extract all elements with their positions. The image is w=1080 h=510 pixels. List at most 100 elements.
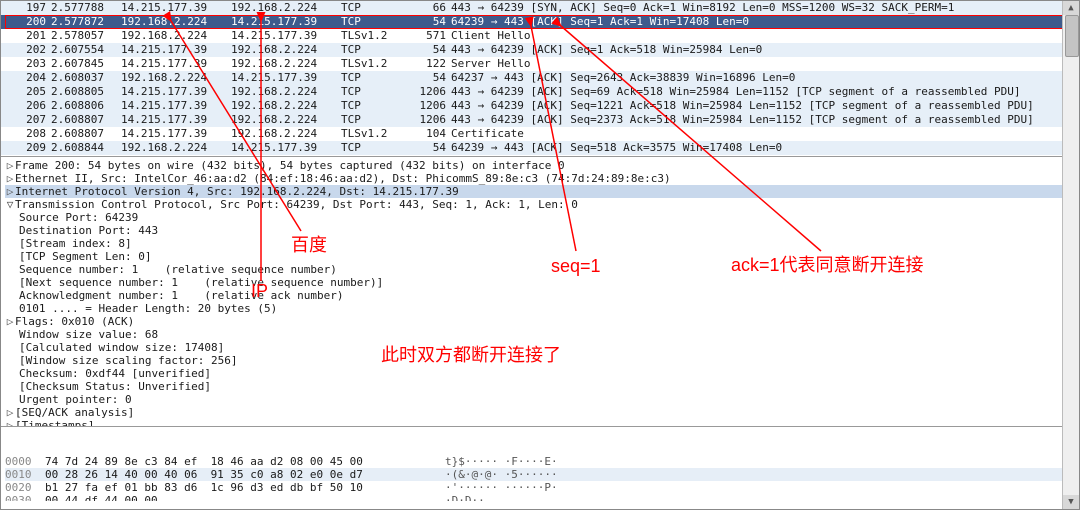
col-length: 66 bbox=[411, 1, 446, 15]
packet-row[interactable]: 2002.577872192.168.2.22414.215.177.39TCP… bbox=[1, 15, 1079, 29]
col-destination: 192.168.2.224 bbox=[231, 127, 341, 141]
packet-row[interactable]: 2072.60880714.215.177.39192.168.2.224TCP… bbox=[1, 113, 1079, 127]
caret-icon[interactable]: ▷ bbox=[5, 406, 15, 419]
col-length: 1206 bbox=[411, 99, 446, 113]
hex-offset: 0030 bbox=[5, 494, 45, 501]
detail-ack[interactable]: Acknowledgment number: 1 (relative ack n… bbox=[19, 289, 1079, 302]
detail-win[interactable]: Window size value: 68 bbox=[19, 328, 1079, 341]
detail-eth[interactable]: Ethernet II, Src: IntelCor_46:aa:d2 (84:… bbox=[15, 172, 1079, 185]
col-time: 2.608844 bbox=[46, 141, 121, 155]
hex-offset: 0010 bbox=[5, 468, 45, 481]
col-info: 443 → 64239 [SYN, ACK] Seq=0 Ack=1 Win=8… bbox=[446, 1, 1079, 15]
detail-stream[interactable]: [Stream index: 8] bbox=[19, 237, 1079, 250]
hex-offset: 0000 bbox=[5, 455, 45, 468]
detail-ckstat[interactable]: [Checksum Status: Unverified] bbox=[19, 380, 1079, 393]
hex-row[interactable]: 000074 7d 24 89 8e c3 84 ef 18 46 aa d2 … bbox=[5, 455, 1075, 468]
detail-srcport[interactable]: Source Port: 64239 bbox=[19, 211, 1079, 224]
col-protocol: TLSv1.2 bbox=[341, 127, 411, 141]
col-destination: 192.168.2.224 bbox=[231, 43, 341, 57]
col-time: 2.608806 bbox=[46, 99, 121, 113]
hex-bytes: b1 27 fa ef 01 bb 83 d6 1c 96 d3 ed db b… bbox=[45, 481, 445, 494]
col-protocol: TCP bbox=[341, 113, 411, 127]
col-time: 2.608037 bbox=[46, 71, 121, 85]
packet-row[interactable]: 2022.60755414.215.177.39192.168.2.224TCP… bbox=[1, 43, 1079, 57]
detail-frame[interactable]: Frame 200: 54 bytes on wire (432 bits), … bbox=[15, 159, 1079, 172]
detail-ip[interactable]: Internet Protocol Version 4, Src: 192.16… bbox=[15, 185, 1079, 198]
col-destination: 192.168.2.224 bbox=[231, 57, 341, 71]
detail-seqack[interactable]: [SEQ/ACK analysis] bbox=[15, 406, 1079, 419]
col-length: 122 bbox=[411, 57, 446, 71]
detail-hdrlen[interactable]: 0101 .... = Header Length: 20 bytes (5) bbox=[19, 302, 1079, 315]
col-info: 443 → 64239 [ACK] Seq=69 Ack=518 Win=259… bbox=[446, 85, 1079, 99]
packet-list-pane[interactable]: 1972.57778814.215.177.39192.168.2.224TCP… bbox=[1, 1, 1079, 157]
col-length: 104 bbox=[411, 127, 446, 141]
packet-row[interactable]: 2092.608844192.168.2.22414.215.177.39TCP… bbox=[1, 141, 1079, 155]
col-protocol: TCP bbox=[341, 85, 411, 99]
col-time: 2.608805 bbox=[46, 85, 121, 99]
detail-cksum[interactable]: Checksum: 0xdf44 [unverified] bbox=[19, 367, 1079, 380]
caret-open-icon[interactable]: ▽ bbox=[5, 198, 15, 211]
hex-row[interactable]: 0020b1 27 fa ef 01 bb 83 d6 1c 96 d3 ed … bbox=[5, 481, 1075, 494]
col-length: 1206 bbox=[411, 113, 446, 127]
col-source: 14.215.177.39 bbox=[121, 57, 231, 71]
packet-row[interactable]: 2042.608037192.168.2.22414.215.177.39TCP… bbox=[1, 71, 1079, 85]
col-source: 14.215.177.39 bbox=[121, 85, 231, 99]
col-protocol: TCP bbox=[341, 1, 411, 15]
packet-details-pane[interactable]: ▷Frame 200: 54 bytes on wire (432 bits),… bbox=[1, 157, 1079, 427]
col-info: 443 → 64239 [ACK] Seq=2373 Ack=518 Win=2… bbox=[446, 113, 1079, 127]
col-source: 14.215.177.39 bbox=[121, 1, 231, 15]
col-protocol: TCP bbox=[341, 99, 411, 113]
col-protocol: TCP bbox=[341, 43, 411, 57]
col-info: Client Hello bbox=[446, 29, 1079, 43]
col-time: 2.608807 bbox=[46, 127, 121, 141]
caret-icon[interactable]: ▷ bbox=[5, 172, 15, 185]
col-time: 2.607554 bbox=[46, 43, 121, 57]
col-no: 206 bbox=[1, 99, 46, 113]
packet-row[interactable]: 2062.60880614.215.177.39192.168.2.224TCP… bbox=[1, 99, 1079, 113]
col-no: 205 bbox=[1, 85, 46, 99]
packet-row[interactable]: 2032.60784514.215.177.39192.168.2.224TLS… bbox=[1, 57, 1079, 71]
col-source: 14.215.177.39 bbox=[121, 43, 231, 57]
col-destination: 192.168.2.224 bbox=[231, 99, 341, 113]
col-destination: 192.168.2.224 bbox=[231, 1, 341, 15]
col-source: 14.215.177.39 bbox=[121, 113, 231, 127]
col-no: 204 bbox=[1, 71, 46, 85]
detail-calcwin[interactable]: [Calculated window size: 17408] bbox=[19, 341, 1079, 354]
caret-icon[interactable]: ▷ bbox=[5, 419, 15, 427]
hex-row[interactable]: 001000 28 26 14 40 00 40 06 91 35 c0 a8 … bbox=[5, 468, 1075, 481]
caret-icon[interactable]: ▷ bbox=[5, 185, 15, 198]
scroll-down-arrow[interactable]: ▼ bbox=[1063, 495, 1079, 501]
packet-row[interactable]: 1972.57778814.215.177.39192.168.2.224TCP… bbox=[1, 1, 1079, 15]
detail-urg[interactable]: Urgent pointer: 0 bbox=[19, 393, 1079, 406]
hex-ascii: ·(&·@·@· ·5······ bbox=[445, 468, 558, 481]
detail-nextseq[interactable]: [Next sequence number: 1 (relative seque… bbox=[19, 276, 1079, 289]
hex-row[interactable]: 003000 44 df 44 00 00·D·D·· bbox=[5, 494, 1075, 501]
packet-row[interactable]: 2082.60880714.215.177.39192.168.2.224TLS… bbox=[1, 127, 1079, 141]
col-time: 2.607845 bbox=[46, 57, 121, 71]
packet-row[interactable]: 2052.60880514.215.177.39192.168.2.224TCP… bbox=[1, 85, 1079, 99]
detail-flags[interactable]: Flags: 0x010 (ACK) bbox=[15, 315, 1079, 328]
col-time: 2.577788 bbox=[46, 1, 121, 15]
detail-tcp[interactable]: Transmission Control Protocol, Src Port:… bbox=[15, 198, 1079, 211]
detail-timestamps[interactable]: [Timestamps] bbox=[15, 419, 1079, 427]
packet-row[interactable]: 2012.578057192.168.2.22414.215.177.39TLS… bbox=[1, 29, 1079, 43]
col-protocol: TLSv1.2 bbox=[341, 57, 411, 71]
col-length: 571 bbox=[411, 29, 446, 43]
col-source: 192.168.2.224 bbox=[121, 15, 231, 29]
col-protocol: TCP bbox=[341, 141, 411, 155]
hex-scrollbar[interactable]: ▲ ▼ bbox=[1062, 427, 1079, 501]
detail-seq[interactable]: Sequence number: 1 (relative sequence nu… bbox=[19, 263, 1079, 276]
caret-icon[interactable]: ▷ bbox=[5, 159, 15, 172]
detail-winscale[interactable]: [Window size scaling factor: 256] bbox=[19, 354, 1079, 367]
col-destination: 14.215.177.39 bbox=[231, 29, 341, 43]
caret-icon[interactable]: ▷ bbox=[5, 315, 15, 328]
hex-pane[interactable]: 000074 7d 24 89 8e c3 84 ef 18 46 aa d2 … bbox=[1, 427, 1079, 501]
hex-ascii: ·'······ ······P· bbox=[445, 481, 558, 494]
col-no: 209 bbox=[1, 141, 46, 155]
col-length: 54 bbox=[411, 141, 446, 155]
col-no: 203 bbox=[1, 57, 46, 71]
col-info: 64237 → 443 [ACK] Seq=2643 Ack=38839 Win… bbox=[446, 71, 1079, 85]
detail-seglen[interactable]: [TCP Segment Len: 0] bbox=[19, 250, 1079, 263]
hex-ascii: t}$····· ·F····E· bbox=[445, 455, 558, 468]
detail-dstport[interactable]: Destination Port: 443 bbox=[19, 224, 1079, 237]
